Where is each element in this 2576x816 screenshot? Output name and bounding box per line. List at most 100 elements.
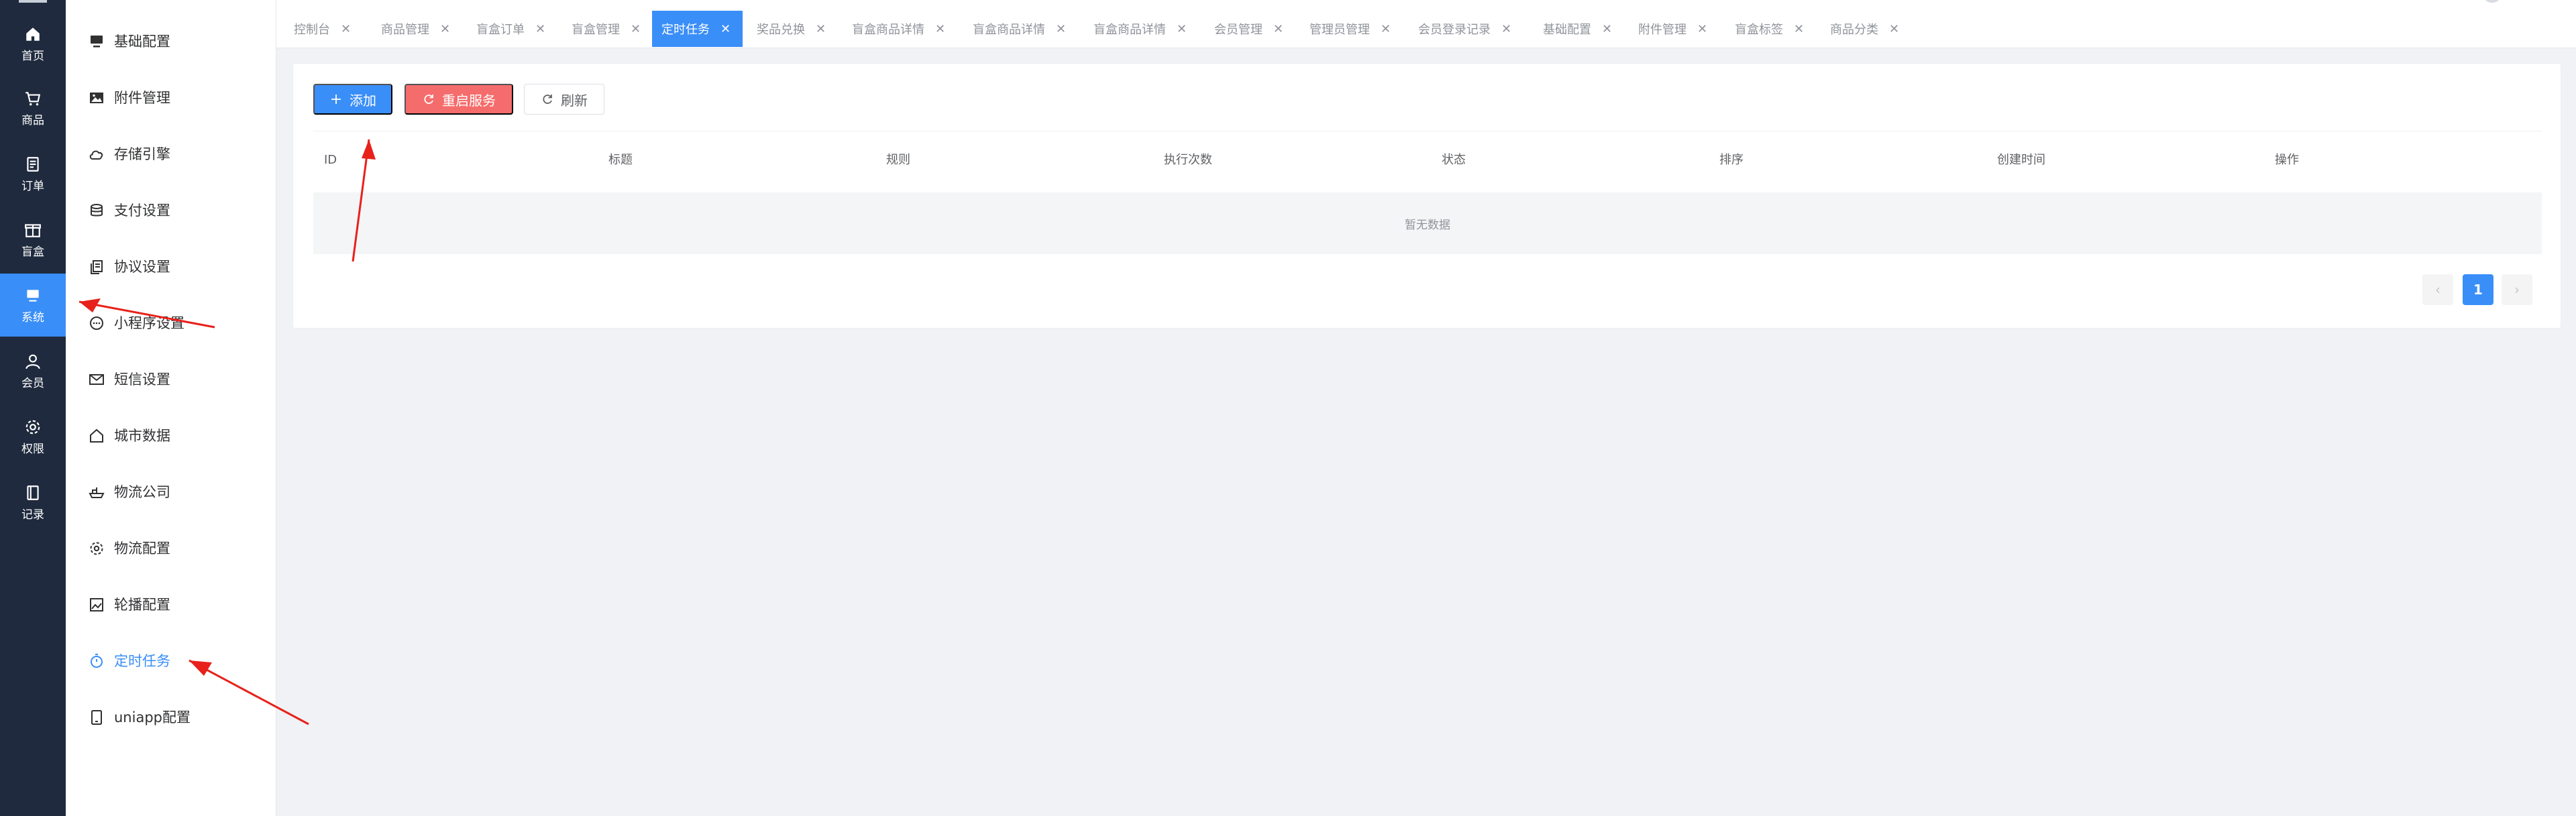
tab-goods-category[interactable]: 商品分类 ✕ <box>1821 11 1911 47</box>
close-icon[interactable]: ✕ <box>1697 22 1707 36</box>
rail-item-permissions[interactable]: 权限 <box>0 405 66 468</box>
submenu-item-uniapp-config[interactable]: uniapp配置 <box>66 689 276 746</box>
tab-label: 会员登录记录 <box>1418 23 1491 37</box>
tab-label: 盲盒商品详情 <box>973 23 1045 37</box>
restart-button-label: 重启服务 <box>442 92 496 109</box>
column-header-created-at: 创建时间 <box>1997 153 2045 167</box>
picture-icon <box>90 598 103 611</box>
home-icon <box>26 27 40 41</box>
submenu-item-logistics-config[interactable]: 物流配置 <box>66 520 276 577</box>
system-submenu: 基础配置 附件管理 存储引擎 支付设置 协议设置 小程序设置 短信设置 城市数据… <box>66 0 276 816</box>
submenu-item-logistics-company[interactable]: 物流公司 <box>66 464 276 520</box>
tab-label: 附件管理 <box>1638 23 1686 37</box>
refresh-button[interactable]: 刷新 <box>524 84 604 115</box>
ship-icon <box>89 487 105 498</box>
rail-item-goods[interactable]: 商品 <box>0 76 66 139</box>
gear-icon <box>25 420 40 434</box>
close-icon[interactable]: ✕ <box>631 22 641 36</box>
close-icon[interactable]: ✕ <box>1056 22 1066 36</box>
rail-item-orders[interactable]: 订单 <box>0 142 66 205</box>
tab-label: 基础配置 <box>1543 23 1591 37</box>
restart-service-button[interactable]: 重启服务 <box>405 84 513 115</box>
submenu-item-basic-config[interactable]: 基础配置 <box>66 13 276 70</box>
tab-goods-management[interactable]: 商品管理 ✕ <box>372 11 462 47</box>
tab-blindbox-management[interactable]: 盲盒管理 ✕ <box>562 11 653 47</box>
rail-item-blindbox[interactable]: 盲盒 <box>0 208 66 271</box>
close-icon[interactable]: ✕ <box>1501 22 1511 36</box>
submenu-item-agreement[interactable]: 协议设置 <box>66 239 276 295</box>
close-icon[interactable]: ✕ <box>720 22 731 36</box>
app-root: 首页 商品 订单 盲盒 系统 会员 权限 记录 基础配置 附件管理 存储引擎 支… <box>0 0 2576 816</box>
close-icon[interactable]: ✕ <box>935 22 945 36</box>
tab-member-login-records[interactable]: 会员登录记录 ✕ <box>1409 11 1523 47</box>
tab-member-management[interactable]: 会员管理 ✕ <box>1205 11 1295 47</box>
close-icon[interactable]: ✕ <box>1177 22 1187 36</box>
add-button-label: 添加 <box>350 92 376 109</box>
tab-label: 盲盒商品详情 <box>852 23 924 37</box>
avatar[interactable] <box>2482 0 2502 3</box>
submenu-item-miniprogram[interactable]: 小程序设置 <box>66 295 276 351</box>
rail-item-members[interactable]: 会员 <box>0 339 66 402</box>
rail-item-label: 记录 <box>21 508 44 522</box>
page-tab-bar: 控制台 ✕ 商品管理 ✕ 盲盒订单 ✕ 盲盒管理 ✕ 定时任务 ✕ 奖品兑换 ✕ 盲盒商品详… <box>276 0 2576 48</box>
tab-admin-management[interactable]: 管理员管理 ✕ <box>1300 11 1403 47</box>
close-icon[interactable]: ✕ <box>341 22 351 36</box>
column-header-rule: 规则 <box>886 153 910 167</box>
submenu-item-scheduled-tasks[interactable]: 定时任务 <box>66 633 276 689</box>
tab-blindbox-tags[interactable]: 盲盒标签 ✕ <box>1725 11 1816 47</box>
rail-logo-bar <box>19 0 47 3</box>
submenu-item-attachments[interactable]: 附件管理 <box>66 70 276 126</box>
submenu-item-label: 附件管理 <box>114 90 170 106</box>
tab-blindbox-goods-detail-2[interactable]: 盲盒商品详情 ✕ <box>963 11 1078 47</box>
message-icon <box>89 374 104 385</box>
tab-scheduled-tasks[interactable]: 定时任务 ✕ <box>652 11 743 47</box>
cloud-icon <box>89 150 103 160</box>
pagination-prev-button[interactable]: ‹ <box>2422 274 2453 305</box>
tab-blindbox-goods-detail-1[interactable]: 盲盒商品详情 ✕ <box>843 11 957 47</box>
pagination-next-button[interactable]: › <box>2502 274 2532 305</box>
rail-item-label: 盲盒 <box>21 245 44 259</box>
tab-prize-exchange[interactable]: 奖品兑换 ✕ <box>747 11 838 47</box>
tab-blindbox-goods-detail-3[interactable]: 盲盒商品详情 ✕ <box>1084 11 1199 47</box>
tab-blindbox-orders[interactable]: 盲盒订单 ✕ <box>467 11 557 47</box>
pagination-page-1[interactable]: 1 <box>2463 274 2493 305</box>
scheduled-tasks-card: 添加 重启服务 刷新 ID 标题 规则 执行次数 状态 排序 创建时间 操作 暂… <box>292 63 2561 329</box>
submenu-item-carousel[interactable]: 轮播配置 <box>66 577 276 633</box>
tab-basic-config[interactable]: 基础配置 ✕ <box>1534 11 1624 47</box>
submenu-item-label: 物流公司 <box>114 484 170 500</box>
user-icon <box>25 354 40 369</box>
submenu-item-label: 存储引擎 <box>114 146 170 162</box>
submenu-item-sms[interactable]: 短信设置 <box>66 351 276 408</box>
refresh-icon <box>424 95 433 104</box>
submenu-item-payment[interactable]: 支付设置 <box>66 182 276 239</box>
rail-item-records[interactable]: 记录 <box>0 471 66 534</box>
tab-label: 盲盒商品详情 <box>1093 23 1166 37</box>
close-icon[interactable]: ✕ <box>535 22 545 36</box>
coins-icon <box>91 204 103 217</box>
tab-attachments[interactable]: 附件管理 ✕ <box>1629 11 1719 47</box>
rail-item-system[interactable]: 系统 <box>0 274 66 337</box>
refresh-button-label: 刷新 <box>561 92 588 109</box>
submenu-item-label: 基础配置 <box>114 34 170 50</box>
submenu-item-storage[interactable]: 存储引擎 <box>66 126 276 182</box>
tab-label: 控制台 <box>294 23 330 37</box>
rail-item-label: 会员 <box>21 377 44 390</box>
cart-icon <box>25 92 41 106</box>
close-icon[interactable]: ✕ <box>1273 22 1283 36</box>
tab-dashboard[interactable]: 控制台 ✕ <box>284 11 363 47</box>
close-icon[interactable]: ✕ <box>1602 22 1612 36</box>
box-icon <box>25 224 41 237</box>
add-button[interactable]: 添加 <box>313 84 392 115</box>
rail-item-home[interactable]: 首页 <box>0 12 66 75</box>
chat-icon <box>90 316 103 330</box>
submenu-item-city-data[interactable]: 城市数据 <box>66 408 276 464</box>
submenu-item-label: 物流配置 <box>114 540 170 557</box>
close-icon[interactable]: ✕ <box>440 22 450 36</box>
close-icon[interactable]: ✕ <box>816 22 826 36</box>
close-icon[interactable]: ✕ <box>1794 22 1804 36</box>
close-icon[interactable]: ✕ <box>1889 22 1899 36</box>
close-icon[interactable]: ✕ <box>1381 22 1391 36</box>
tab-label: 奖品兑换 <box>757 23 805 37</box>
main-nav-rail: 首页 商品 订单 盲盒 系统 会员 权限 记录 <box>0 0 66 816</box>
timer-icon <box>91 654 103 668</box>
